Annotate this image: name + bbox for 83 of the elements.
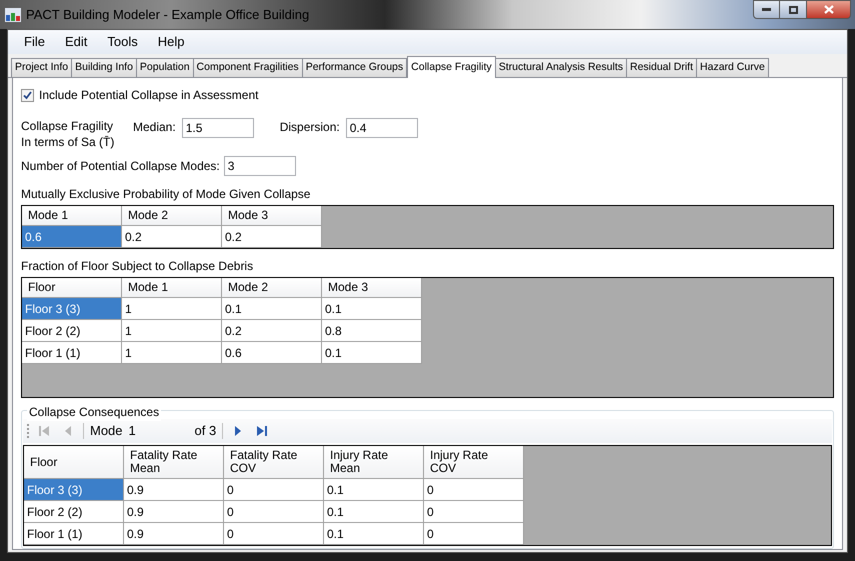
- field-label: Number of Potential Collapse Modes:: [21, 158, 220, 175]
- last-icon: [256, 425, 268, 437]
- tab[interactable]: Building Info: [71, 58, 137, 77]
- navigator-label: Mode: [90, 422, 123, 440]
- column-header: Floor: [24, 446, 124, 479]
- table-cell[interactable]: 0.2: [222, 226, 322, 248]
- table-cell[interactable]: 1: [122, 342, 222, 364]
- table-cell[interactable]: 0: [424, 523, 524, 545]
- tab[interactable]: Component Fragilities: [192, 58, 303, 77]
- table-cell[interactable]: Floor 1 (1): [22, 342, 122, 364]
- table-cell[interactable]: 0.2: [122, 226, 222, 248]
- table-cell[interactable]: 0.8: [322, 320, 422, 342]
- tab[interactable]: Hazard Curve: [696, 58, 769, 77]
- maximize-button[interactable]: [780, 0, 806, 19]
- column-header: Fatality Rate Mean: [124, 446, 224, 479]
- minimize-button[interactable]: [753, 0, 780, 19]
- first-icon: [38, 425, 50, 437]
- table-cell[interactable]: 0.1: [322, 342, 422, 364]
- tab[interactable]: Population: [136, 58, 194, 77]
- window-title: PACT Building Modeler - Example Office Building: [26, 6, 310, 24]
- tab[interactable]: Project Info: [11, 58, 72, 77]
- table-cell[interactable]: Floor 2 (2): [22, 320, 122, 342]
- tab[interactable]: Performance Groups: [302, 58, 408, 77]
- section-title: Mutually Exclusive Probability of Mode Given Collapse: [21, 186, 312, 203]
- close-button[interactable]: [806, 0, 851, 19]
- table-cell[interactable]: Floor 3 (3): [22, 298, 122, 320]
- table-cell[interactable]: 0.1: [324, 501, 424, 523]
- field-label: Dispersion:: [280, 119, 340, 136]
- dispersion-input-field[interactable]: 0.4: [346, 118, 418, 138]
- column-header: Mode 2: [222, 278, 322, 298]
- table-cell[interactable]: 0.6: [222, 342, 322, 364]
- column-header: Mode 2: [122, 206, 222, 226]
- column-header: Fatality Rate COV: [224, 446, 324, 479]
- table-cell[interactable]: Floor 1 (1): [24, 523, 124, 545]
- mode-count-input-field[interactable]: 3: [224, 156, 296, 176]
- table-cell[interactable]: 0.1: [322, 298, 422, 320]
- median-input-field[interactable]: 1.5: [182, 118, 254, 138]
- section-title: Fraction of Floor Subject to Collapse Debris: [21, 258, 254, 276]
- table-cell[interactable]: 0.2: [222, 320, 322, 342]
- column-header: Mode 1: [22, 206, 122, 226]
- table-cell[interactable]: Floor 3 (3): [24, 479, 124, 501]
- table-cell[interactable]: 0.9: [124, 501, 224, 523]
- column-header: Injury Rate COV: [424, 446, 524, 479]
- app-icon: [4, 6, 22, 24]
- menu-item[interactable]: Edit: [56, 32, 96, 52]
- position-input-field[interactable]: 1: [128, 422, 189, 440]
- tab[interactable]: Structural Analysis Results: [494, 58, 627, 77]
- tab[interactable]: Collapse Fragility: [407, 56, 496, 78]
- previous-icon: [63, 425, 73, 437]
- table-cell[interactable]: 0: [224, 479, 324, 501]
- maximize-icon: [788, 6, 798, 14]
- checkmark-icon: [23, 90, 32, 100]
- table-cell[interactable]: Floor 2 (2): [24, 501, 124, 523]
- table-cell[interactable]: 0: [224, 501, 324, 523]
- table-cell[interactable]: 0.1: [324, 523, 424, 545]
- column-header: Injury Rate Mean: [324, 446, 424, 479]
- table-cell[interactable]: 0: [224, 523, 324, 545]
- field-label: Median:: [133, 119, 176, 136]
- table-cell[interactable]: 0.1: [324, 479, 424, 501]
- column-header: Mode 1: [122, 278, 222, 298]
- field-label: Collapse Fragility: [21, 118, 114, 134]
- menu-item[interactable]: File: [16, 32, 53, 52]
- table-cell[interactable]: 0: [424, 501, 524, 523]
- table-cell[interactable]: 1: [122, 298, 222, 320]
- page-count: of 3: [194, 422, 216, 440]
- table-cell[interactable]: 0.6: [22, 226, 122, 248]
- table-cell[interactable]: 0: [424, 479, 524, 501]
- minimize-icon: [762, 8, 771, 11]
- column-header: Floor: [22, 278, 122, 298]
- table-cell[interactable]: 0.1: [222, 298, 322, 320]
- table-cell[interactable]: 0.9: [124, 523, 224, 545]
- column-header: Mode 3: [322, 278, 422, 298]
- next-icon: [233, 425, 244, 437]
- menu-item[interactable]: Tools: [99, 32, 146, 52]
- checkbox[interactable]: [21, 88, 34, 102]
- field-label: In terms of Sa (T̄): [21, 134, 116, 150]
- tab[interactable]: Residual Drift: [626, 58, 698, 77]
- column-header: Mode 3: [222, 206, 322, 226]
- table-cell[interactable]: 1: [122, 320, 222, 342]
- close-icon: [824, 5, 834, 14]
- checkbox-label: Include Potential Collapse in Assessment: [39, 87, 258, 104]
- menu-item[interactable]: Help: [150, 32, 192, 52]
- table-cell[interactable]: 0.9: [124, 479, 224, 501]
